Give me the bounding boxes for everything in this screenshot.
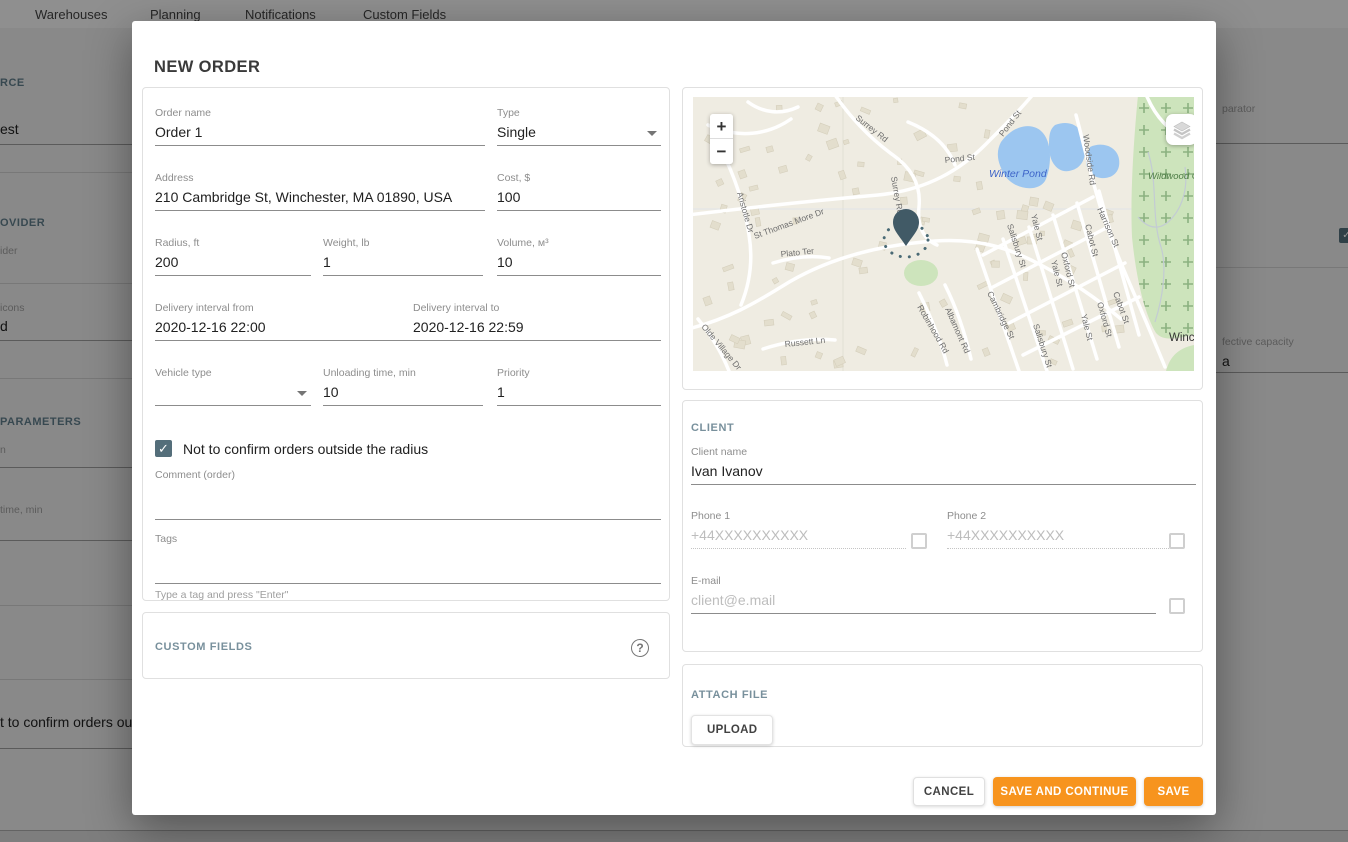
- phone2-input[interactable]: [947, 525, 1169, 549]
- volume-field-wrap: Volume, м³: [497, 237, 661, 276]
- client-card: CLIENT Client name Phone 1 Phone 2 E-mai…: [682, 400, 1203, 652]
- phone2-label: Phone 2: [947, 510, 1169, 522]
- vehicle-type-label: Vehicle type: [155, 367, 311, 379]
- svg-text:Winter Pond: Winter Pond: [989, 168, 1048, 180]
- address-input[interactable]: [155, 187, 485, 211]
- tags-hint: Type a tag and press "Enter": [155, 589, 661, 601]
- vehicle-type-select[interactable]: [155, 382, 311, 406]
- client-name-label: Client name: [691, 446, 1196, 458]
- svg-text:Wildwood C: Wildwood C: [1148, 171, 1194, 182]
- map-zoom-controls: + −: [710, 114, 733, 164]
- radius-checkbox-row: ✓ Not to confirm orders outside the radi…: [155, 440, 428, 457]
- delivery-from-label: Delivery interval from: [155, 302, 415, 314]
- help-icon[interactable]: ?: [631, 639, 649, 657]
- delivery-from-input[interactable]: [155, 317, 415, 341]
- radius-input[interactable]: [155, 252, 311, 276]
- zoom-out-button[interactable]: −: [710, 139, 733, 164]
- custom-fields-card: CUSTOM FIELDS ?: [142, 612, 670, 679]
- cost-field-wrap: Cost, $: [497, 172, 661, 211]
- type-label: Type: [497, 107, 661, 119]
- radius-checkbox[interactable]: ✓: [155, 440, 172, 457]
- type-select-wrap: Type: [497, 107, 661, 146]
- map-svg: Surrey Rd Surrey Rd Pond St Pond St Wint…: [693, 97, 1194, 371]
- email-input[interactable]: [691, 590, 1156, 614]
- cancel-button[interactable]: CANCEL: [913, 777, 985, 806]
- comment-label: Comment (order): [155, 469, 661, 481]
- email-field-wrap: E-mail: [691, 575, 1156, 614]
- volume-input[interactable]: [497, 252, 661, 276]
- layers-button[interactable]: [1166, 114, 1194, 145]
- layers-icon: [1171, 119, 1193, 141]
- weight-input[interactable]: [323, 252, 483, 276]
- volume-label: Volume, м³: [497, 237, 661, 249]
- phone2-field-wrap: Phone 2: [947, 510, 1169, 549]
- delivery-to-field-wrap: Delivery interval to: [413, 302, 661, 341]
- weight-label: Weight, lb: [323, 237, 483, 249]
- tags-label: Tags: [155, 533, 661, 545]
- comment-input[interactable]: [155, 484, 661, 520]
- unloading-time-label: Unloading time, min: [323, 367, 483, 379]
- save-button[interactable]: SAVE: [1144, 777, 1203, 806]
- radius-label: Radius, ft: [155, 237, 311, 249]
- address-field-wrap: Address: [155, 172, 485, 211]
- chevron-down-icon[interactable]: [297, 391, 307, 396]
- phone1-label: Phone 1: [691, 510, 906, 522]
- attach-file-card: ATTACH FILE UPLOAD: [682, 664, 1203, 747]
- email-checkbox[interactable]: [1169, 598, 1185, 614]
- svg-text:Winch: Winch: [1169, 332, 1194, 344]
- dialog-title: NEW ORDER: [154, 58, 260, 77]
- phone2-checkbox[interactable]: [1169, 533, 1185, 549]
- map-card: Surrey Rd Surrey Rd Pond St Pond St Wint…: [682, 87, 1203, 390]
- delivery-from-field-wrap: Delivery interval from: [155, 302, 415, 341]
- cost-label: Cost, $: [497, 172, 661, 184]
- radius-field-wrap: Radius, ft: [155, 237, 311, 276]
- phone1-field-wrap: Phone 1: [691, 510, 906, 549]
- zoom-in-button[interactable]: +: [710, 114, 733, 139]
- delivery-to-input[interactable]: [413, 317, 661, 341]
- order-name-input[interactable]: [155, 122, 485, 146]
- vehicle-type-select-wrap: Vehicle type: [155, 367, 311, 406]
- custom-fields-header: CUSTOM FIELDS: [155, 641, 252, 653]
- address-label: Address: [155, 172, 485, 184]
- map-canvas[interactable]: Surrey Rd Surrey Rd Pond St Pond St Wint…: [693, 97, 1194, 371]
- client-header: CLIENT: [691, 422, 734, 434]
- cost-input[interactable]: [497, 187, 661, 211]
- order-name-label: Order name: [155, 107, 485, 119]
- comment-field-wrap: Comment (order): [155, 469, 661, 520]
- attach-file-header: ATTACH FILE: [691, 689, 768, 701]
- tags-field-wrap: Tags Type a tag and press "Enter": [155, 533, 661, 601]
- save-and-continue-button[interactable]: SAVE AND CONTINUE: [993, 777, 1136, 806]
- type-select[interactable]: [497, 122, 661, 146]
- unloading-time-field-wrap: Unloading time, min: [323, 367, 483, 406]
- order-form-card: Order name Type Address Cost, $ Radius, …: [142, 87, 670, 601]
- unloading-time-input[interactable]: [323, 382, 483, 406]
- upload-button[interactable]: UPLOAD: [691, 715, 773, 745]
- priority-label: Priority: [497, 367, 661, 379]
- phone1-checkbox[interactable]: [911, 533, 927, 549]
- new-order-dialog: NEW ORDER Order name Type Address Cost, …: [132, 21, 1216, 815]
- weight-field-wrap: Weight, lb: [323, 237, 483, 276]
- phone1-input[interactable]: [691, 525, 906, 549]
- order-name-field-wrap: Order name: [155, 107, 485, 146]
- client-name-input[interactable]: [691, 461, 1196, 485]
- client-name-field-wrap: Client name: [691, 446, 1196, 485]
- tags-input[interactable]: [155, 548, 661, 584]
- priority-input[interactable]: [497, 382, 661, 406]
- priority-field-wrap: Priority: [497, 367, 661, 406]
- delivery-to-label: Delivery interval to: [413, 302, 661, 314]
- email-label: E-mail: [691, 575, 1156, 587]
- radius-checkbox-label: Not to confirm orders outside the radius: [183, 441, 428, 457]
- chevron-down-icon[interactable]: [647, 131, 657, 136]
